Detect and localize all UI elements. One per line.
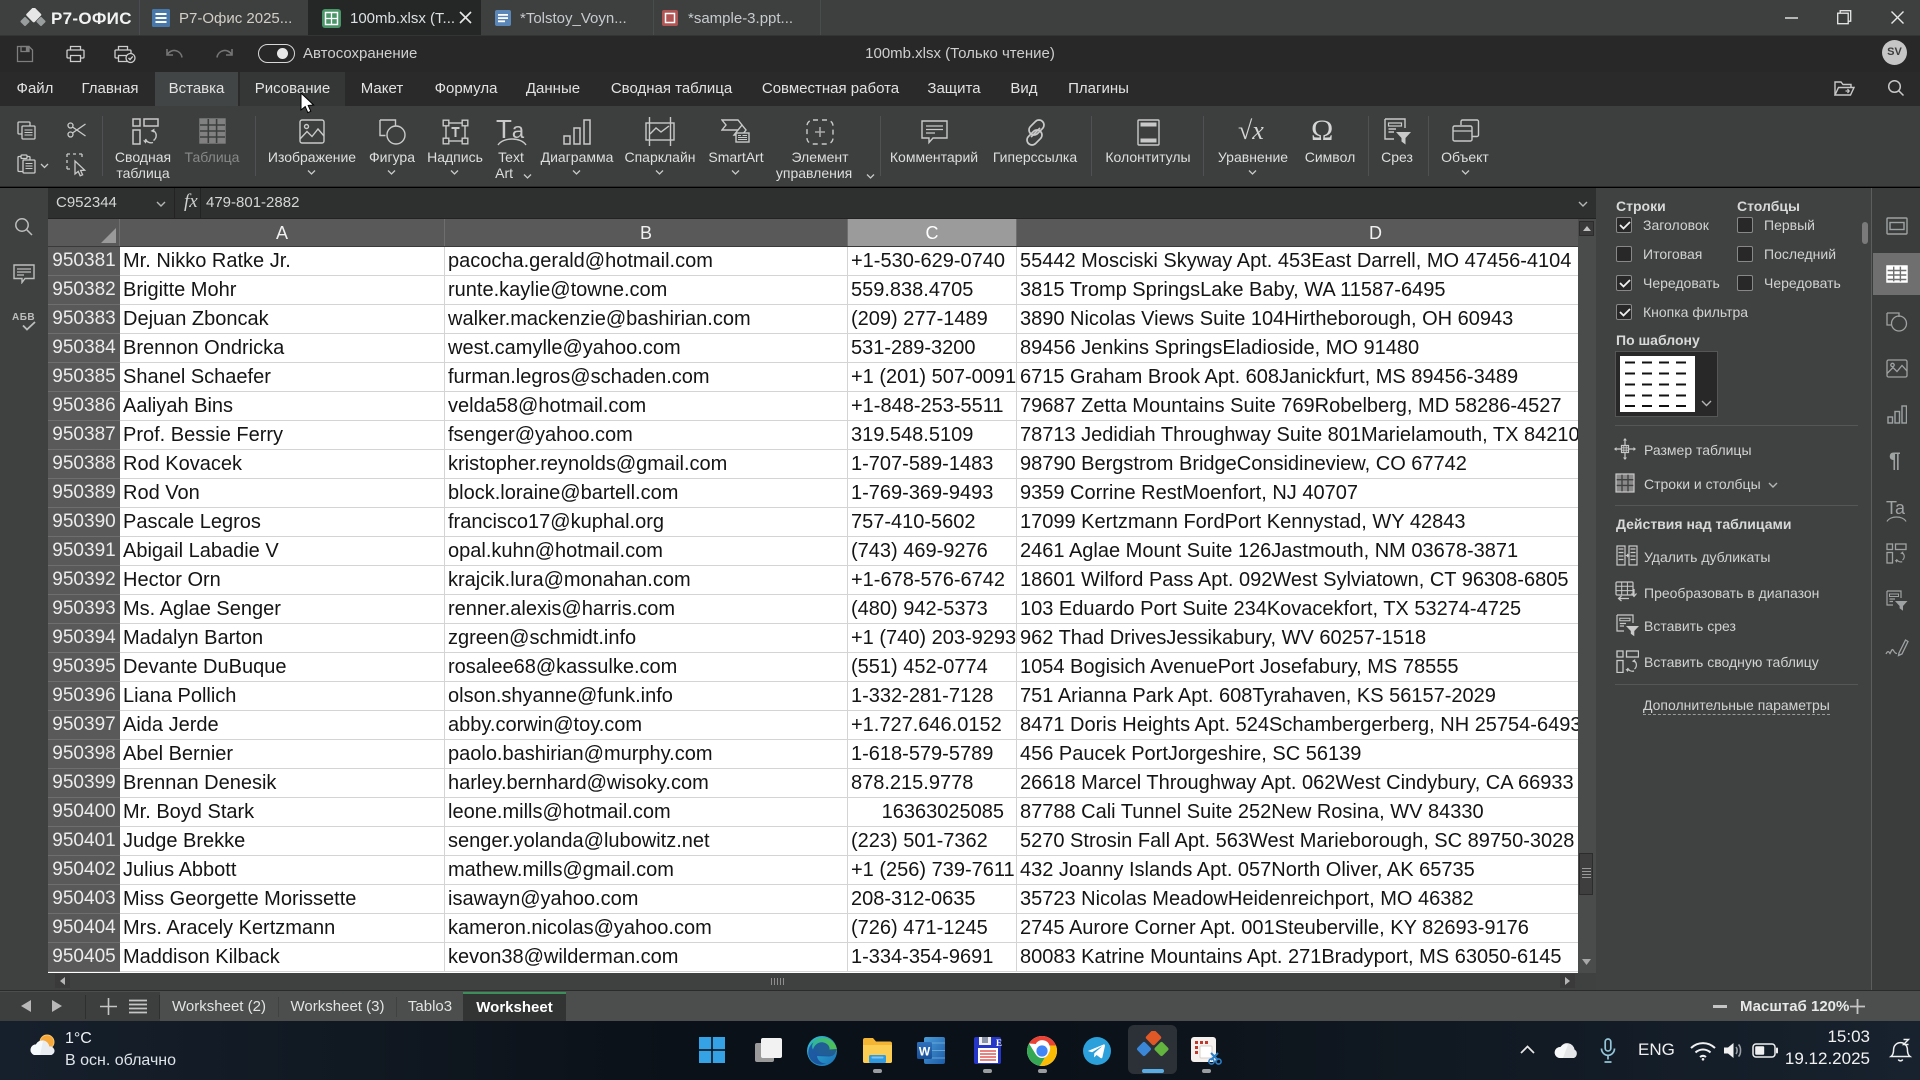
svg-text:W: W: [919, 1045, 931, 1059]
svg-text:E: E: [996, 1038, 1002, 1048]
